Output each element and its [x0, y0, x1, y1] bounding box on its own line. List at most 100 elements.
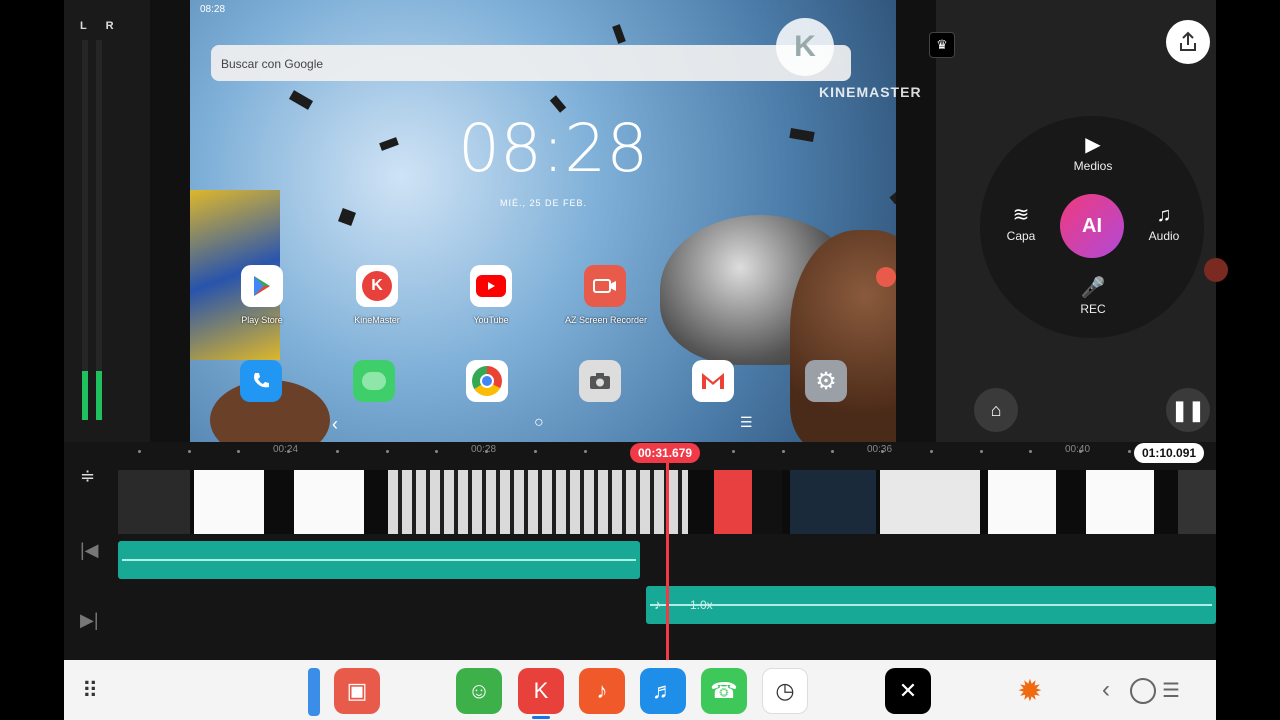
app-label-youtube: YouTube — [473, 315, 509, 325]
ruler-tick — [484, 450, 488, 453]
layers-icon: ≋ — [1012, 204, 1030, 226]
tick-label: 00:36 — [867, 444, 893, 455]
taskbar-app-sliver[interactable] — [308, 668, 320, 716]
app-label-play-store: Play Store — [241, 315, 283, 325]
vu-channel-label: L R — [80, 20, 122, 32]
chrome-icon[interactable] — [466, 360, 508, 402]
skip-start-icon[interactable]: |◀ — [80, 540, 99, 561]
recording-indicator — [876, 267, 896, 287]
app-label-az-recorder: AZ Screen Recorder — [564, 315, 648, 325]
layer-label: Capa — [1006, 229, 1036, 243]
ruler-tick — [336, 450, 339, 453]
confetti — [889, 184, 896, 205]
status-time: 08:28 — [200, 4, 226, 15]
ruler-tick — [979, 450, 983, 453]
clip-thumbnail — [294, 470, 364, 534]
messages-icon[interactable] — [353, 360, 395, 402]
home-date: MIÉ., 25 DE FEB. — [500, 198, 588, 208]
play-store-icon[interactable] — [241, 265, 283, 307]
clip-thumbnail — [752, 470, 782, 534]
ruler-tick — [781, 450, 785, 453]
audio-clip-2[interactable] — [646, 586, 1216, 624]
vu-right-bar — [96, 40, 102, 420]
gmail-icon[interactable] — [692, 360, 734, 402]
ruler-tick — [286, 450, 290, 453]
ruler-tick — [435, 450, 438, 453]
premium-crown-icon[interactable]: ♛ — [929, 32, 955, 58]
audio-speed-label: 1.0x — [690, 598, 713, 612]
edge-handle[interactable] — [1204, 258, 1228, 282]
recents-nav-icon[interactable]: ☰ — [740, 414, 753, 431]
ruler-tick — [1128, 450, 1131, 453]
settings-icon[interactable]: ⚙ — [805, 360, 847, 402]
home-clock: 08:28 — [458, 110, 649, 187]
app-label-kinemaster: KineMaster — [354, 315, 400, 325]
taskbar-x-icon[interactable]: ✕ — [885, 668, 931, 714]
playhead[interactable] — [666, 460, 669, 660]
taskbar-music-icon[interactable]: ♪ — [579, 668, 625, 714]
layer-button[interactable]: ≋ Capa — [986, 204, 1056, 243]
confetti — [789, 127, 815, 143]
home-nav-icon[interactable]: ○ — [534, 414, 544, 432]
taskbar-kinemaster-icon[interactable]: K — [518, 668, 564, 714]
back-nav-icon[interactable]: ‹ — [1102, 676, 1110, 704]
total-duration: 01:10.091 — [1134, 443, 1205, 463]
ruler-tick — [385, 450, 389, 453]
clip-thumbnail — [194, 470, 264, 534]
audio-button[interactable]: ♫ Audio — [1129, 204, 1199, 243]
pause-icon: ❚❚ — [1171, 399, 1205, 422]
taskbar-contacts-icon[interactable]: ☎ — [701, 668, 747, 714]
home-nav-icon[interactable] — [1130, 678, 1156, 704]
ai-button[interactable]: AI — [1060, 194, 1124, 258]
tick-label: 00:24 — [273, 444, 299, 455]
watermark-text: KINEMASTER — [819, 84, 922, 100]
back-nav-icon[interactable]: ‹ — [332, 414, 338, 435]
phone-icon[interactable] — [240, 360, 282, 402]
recents-nav-icon[interactable]: ☰ — [1162, 678, 1180, 703]
waveform — [650, 604, 1212, 606]
ruler-tick — [138, 450, 141, 453]
vu-left-fill — [82, 370, 88, 420]
tick-label: 00:40 — [1065, 444, 1091, 455]
camera-icon[interactable] — [579, 360, 621, 402]
audio-label: Audio — [1148, 229, 1180, 243]
export-share-button[interactable] — [1166, 20, 1210, 64]
ruler-tick — [880, 450, 884, 453]
skip-end-icon[interactable]: ▶| — [80, 610, 99, 631]
ruler-tick — [1029, 450, 1032, 453]
clip-thumbnail — [790, 470, 876, 534]
taskbar-az-recorder-icon[interactable]: ▣ — [334, 668, 380, 714]
asset-store-button[interactable]: ⌂ — [974, 388, 1018, 432]
pause-button[interactable]: ❚❚ — [1166, 388, 1210, 432]
taskbar-sun-icon[interactable]: ✹ — [1007, 668, 1053, 714]
youtube-icon[interactable] — [470, 265, 512, 307]
microphone-icon: 🎤 — [1080, 277, 1106, 299]
ruler-tick — [732, 450, 735, 453]
clip-thumbnail — [118, 470, 190, 534]
ruler-tick — [831, 450, 834, 453]
confetti — [288, 90, 314, 110]
app-drawer-icon[interactable]: ⠿ — [82, 678, 98, 704]
confetti — [612, 24, 626, 44]
ruler-tick — [237, 450, 240, 453]
taskbar-game-icon[interactable]: ☺ — [456, 668, 502, 714]
audio-clip-1[interactable] — [118, 541, 640, 579]
vu-left-bar — [82, 40, 88, 420]
search-placeholder: Buscar con Google — [221, 57, 324, 71]
clip-thumbnail — [1178, 470, 1216, 534]
taskbar-clock-icon[interactable]: ◷ — [762, 668, 808, 714]
clip-thumbnail — [988, 470, 1056, 534]
clip-thumbnail — [880, 470, 980, 534]
camera-recorder-icon[interactable] — [584, 265, 626, 307]
confetti — [338, 208, 356, 226]
rec-button[interactable]: 🎤 REC — [1058, 277, 1128, 316]
tick-label: 00:28 — [471, 444, 497, 455]
ruler-tick — [1078, 450, 1082, 453]
taskbar-guitar-icon[interactable]: ♬ — [640, 668, 686, 714]
track-expand-icon[interactable]: ≑ — [80, 466, 95, 487]
share-icon — [1180, 31, 1196, 51]
kinemaster-icon[interactable]: K — [356, 265, 398, 307]
google-search-bar[interactable]: Buscar con Google — [211, 45, 851, 81]
ruler-tick — [583, 450, 587, 453]
media-button[interactable]: ▶ Medios — [1058, 134, 1128, 173]
